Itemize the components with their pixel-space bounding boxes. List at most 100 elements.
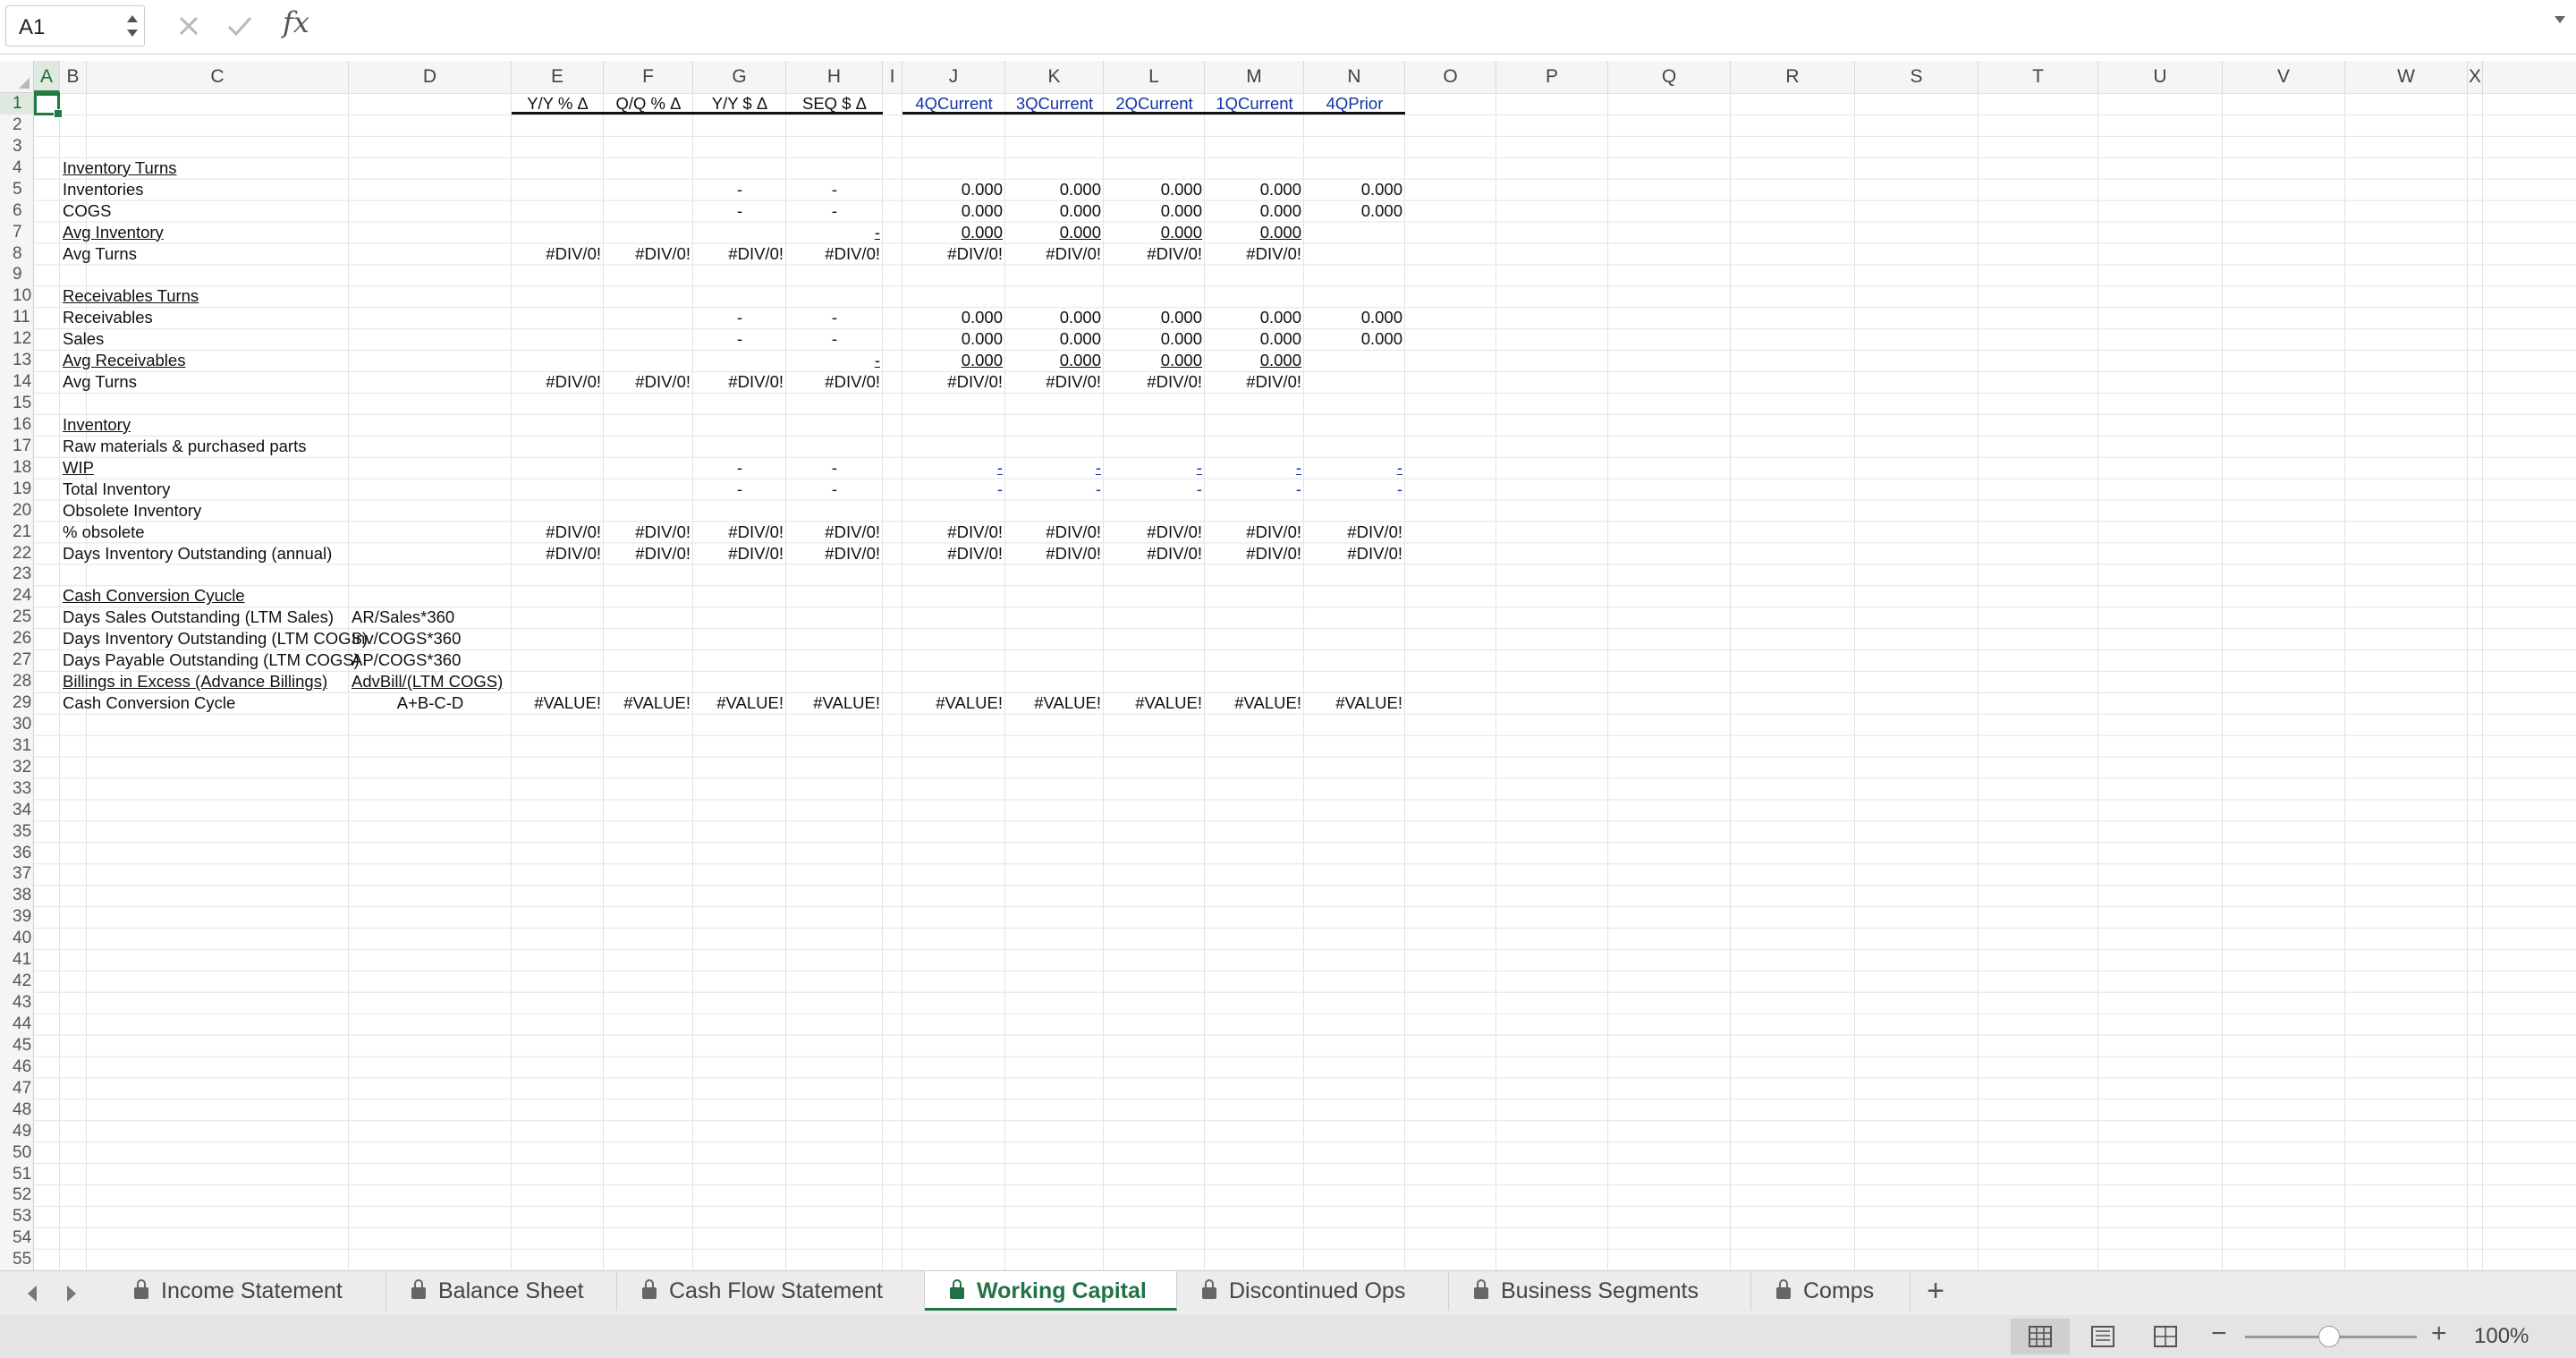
row-header-33[interactable]: 33 bbox=[0, 777, 34, 800]
label-row-7[interactable]: Avg Inventory bbox=[60, 222, 349, 243]
label-row-12[interactable]: Sales bbox=[60, 328, 349, 350]
name-box[interactable]: A1 bbox=[5, 5, 145, 47]
cell-j5[interactable]: 0.000 bbox=[902, 179, 1005, 200]
label-row-29[interactable]: Cash Conversion Cycle bbox=[60, 692, 349, 714]
cell-l5[interactable]: 0.000 bbox=[1104, 179, 1205, 200]
cell-k14[interactable]: #DIV/0! bbox=[1005, 371, 1104, 393]
cell-l18[interactable]: - bbox=[1104, 457, 1205, 479]
row-header-25[interactable]: 25 bbox=[0, 607, 34, 629]
cell-g8[interactable]: #DIV/0! bbox=[693, 243, 786, 265]
header-m[interactable]: 1QCurrent bbox=[1205, 93, 1304, 115]
cell-m11[interactable]: 0.000 bbox=[1205, 307, 1304, 328]
row-header-46[interactable]: 46 bbox=[0, 1056, 34, 1078]
formula-note-row-26[interactable]: Inv/COGS*360 bbox=[349, 628, 512, 649]
cell-n21[interactable]: #DIV/0! bbox=[1304, 522, 1405, 543]
select-all-corner[interactable] bbox=[0, 61, 34, 93]
cell-j11[interactable]: 0.000 bbox=[902, 307, 1005, 328]
cell-l21[interactable]: #DIV/0! bbox=[1104, 522, 1205, 543]
cell-n12[interactable]: 0.000 bbox=[1304, 328, 1405, 350]
column-header-n[interactable]: N bbox=[1304, 61, 1405, 93]
column-header-s[interactable]: S bbox=[1855, 61, 1979, 93]
cell-j6[interactable]: 0.000 bbox=[902, 200, 1005, 222]
sheet-tab-comps[interactable]: Comps bbox=[1751, 1271, 1911, 1311]
header-k[interactable]: 3QCurrent bbox=[1005, 93, 1104, 115]
label-row-17[interactable]: Raw materials & purchased parts bbox=[60, 436, 349, 457]
row-header-21[interactable]: 21 bbox=[0, 521, 34, 543]
cell-g18[interactable]: - bbox=[693, 457, 786, 479]
cell-k22[interactable]: #DIV/0! bbox=[1005, 543, 1104, 564]
row-header-30[interactable]: 30 bbox=[0, 713, 34, 735]
column-header-o[interactable]: O bbox=[1405, 61, 1496, 93]
previous-sheet-icon[interactable] bbox=[25, 1284, 39, 1303]
row-header-35[interactable]: 35 bbox=[0, 820, 34, 843]
cancel-formula-icon[interactable] bbox=[175, 13, 202, 39]
column-header-c[interactable]: C bbox=[87, 61, 349, 93]
formula-note-row-27[interactable]: AP/COGS*360 bbox=[349, 649, 512, 671]
cell-n29[interactable]: #VALUE! bbox=[1304, 692, 1405, 714]
next-sheet-icon[interactable] bbox=[64, 1284, 79, 1303]
cell-g21[interactable]: #DIV/0! bbox=[693, 522, 786, 543]
column-header-v[interactable]: V bbox=[2223, 61, 2345, 93]
cell-l12[interactable]: 0.000 bbox=[1104, 328, 1205, 350]
cell-h21[interactable]: #DIV/0! bbox=[786, 522, 883, 543]
cell-g5[interactable]: - bbox=[693, 179, 786, 200]
cell-l19[interactable]: - bbox=[1104, 479, 1205, 500]
cell-e14[interactable]: #DIV/0! bbox=[512, 371, 604, 393]
sheet-tab-business-segments[interactable]: Business Segments bbox=[1449, 1271, 1751, 1311]
row-header-36[interactable]: 36 bbox=[0, 842, 34, 864]
cell-h8[interactable]: #DIV/0! bbox=[786, 243, 883, 265]
cell-j14[interactable]: #DIV/0! bbox=[902, 371, 1005, 393]
cell-j21[interactable]: #DIV/0! bbox=[902, 522, 1005, 543]
add-sheet-button[interactable]: + bbox=[1911, 1271, 1961, 1311]
label-row-18[interactable]: WIP bbox=[60, 457, 349, 479]
cell-f14[interactable]: #DIV/0! bbox=[604, 371, 693, 393]
cell-j7[interactable]: 0.000 bbox=[902, 222, 1005, 243]
cell-m14[interactable]: #DIV/0! bbox=[1205, 371, 1304, 393]
formula-note-row-28[interactable]: AdvBill/(LTM COGS) bbox=[349, 671, 512, 692]
confirm-formula-icon[interactable] bbox=[225, 13, 254, 39]
label-row-19[interactable]: Total Inventory bbox=[60, 479, 349, 500]
cell-f29[interactable]: #VALUE! bbox=[604, 692, 693, 714]
cell-n5[interactable]: 0.000 bbox=[1304, 179, 1405, 200]
row-header-15[interactable]: 15 bbox=[0, 393, 34, 415]
page-break-view-button[interactable] bbox=[2136, 1319, 2195, 1354]
cell-e29[interactable]: #VALUE! bbox=[512, 692, 604, 714]
cell-g19[interactable]: - bbox=[693, 479, 786, 500]
expand-formula-bar-icon[interactable] bbox=[2553, 14, 2567, 25]
row-header-14[interactable]: 14 bbox=[0, 371, 34, 394]
row-header-44[interactable]: 44 bbox=[0, 1013, 34, 1035]
cell-g12[interactable]: - bbox=[693, 328, 786, 350]
cell-h19[interactable]: - bbox=[786, 479, 883, 500]
cell-l29[interactable]: #VALUE! bbox=[1104, 692, 1205, 714]
column-header-r[interactable]: R bbox=[1731, 61, 1855, 93]
cell-h22[interactable]: #DIV/0! bbox=[786, 543, 883, 564]
row-header-28[interactable]: 28 bbox=[0, 671, 34, 693]
insert-function-icon[interactable]: fx bbox=[283, 5, 309, 39]
row-header-50[interactable]: 50 bbox=[0, 1142, 34, 1164]
cell-l14[interactable]: #DIV/0! bbox=[1104, 371, 1205, 393]
label-row-21[interactable]: % obsolete bbox=[60, 522, 349, 543]
cell-k13[interactable]: 0.000 bbox=[1005, 350, 1104, 371]
cell-h11[interactable]: - bbox=[786, 307, 883, 328]
cell-l8[interactable]: #DIV/0! bbox=[1104, 243, 1205, 265]
row-header-48[interactable]: 48 bbox=[0, 1099, 34, 1121]
header-f[interactable]: Q/Q % Δ bbox=[604, 93, 693, 115]
cell-j18[interactable]: - bbox=[902, 457, 1005, 479]
row-header-45[interactable]: 45 bbox=[0, 1034, 34, 1057]
row-header-18[interactable]: 18 bbox=[0, 456, 34, 479]
sheet-tab-income-statement[interactable]: Income Statement bbox=[109, 1271, 386, 1311]
cell-j19[interactable]: - bbox=[902, 479, 1005, 500]
cell-l7[interactable]: 0.000 bbox=[1104, 222, 1205, 243]
row-header-1[interactable]: 1 bbox=[0, 93, 34, 115]
cell-n19[interactable]: - bbox=[1304, 479, 1405, 500]
cell-l13[interactable]: 0.000 bbox=[1104, 350, 1205, 371]
cell-j29[interactable]: #VALUE! bbox=[902, 692, 1005, 714]
cell-k8[interactable]: #DIV/0! bbox=[1005, 243, 1104, 265]
row-header-52[interactable]: 52 bbox=[0, 1184, 34, 1207]
cell-e21[interactable]: #DIV/0! bbox=[512, 522, 604, 543]
sheet-tab-discontinued-ops[interactable]: Discontinued Ops bbox=[1177, 1271, 1449, 1311]
cell-f8[interactable]: #DIV/0! bbox=[604, 243, 693, 265]
row-header-37[interactable]: 37 bbox=[0, 863, 34, 886]
row-header-13[interactable]: 13 bbox=[0, 350, 34, 372]
column-header-x[interactable]: X bbox=[2468, 61, 2483, 93]
